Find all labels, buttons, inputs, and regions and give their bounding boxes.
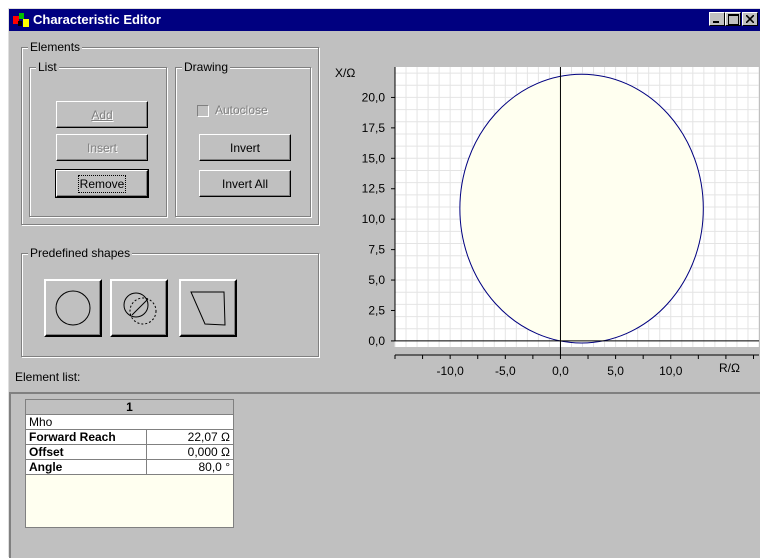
- window-title: Characteristic Editor: [33, 12, 161, 27]
- property-value[interactable]: 22,07 Ω: [146, 429, 234, 445]
- table-row[interactable]: Angle 80,0 °: [25, 459, 234, 475]
- property-unit: °: [225, 460, 230, 474]
- overlapping-circles-shape-button[interactable]: [110, 279, 168, 337]
- list-group-label: List: [36, 60, 59, 74]
- property-name: Angle: [25, 459, 147, 475]
- circle-shape-button[interactable]: [44, 279, 102, 337]
- property-unit: Ω: [221, 445, 230, 459]
- insert-button-label: Insert: [86, 140, 117, 155]
- y-axis-label: X/Ω: [335, 66, 355, 80]
- x-tick-label: 0,0: [552, 364, 569, 378]
- property-value-text: 0,000: [187, 445, 218, 459]
- element-list-label: Element list:: [15, 370, 81, 384]
- polygon-shape-button[interactable]: [179, 279, 237, 337]
- autoclose-checkbox[interactable]: [197, 105, 209, 117]
- predefined-shapes-label: Predefined shapes: [28, 246, 133, 260]
- invert-all-button[interactable]: Invert All: [199, 170, 291, 197]
- minimize-icon: [713, 21, 719, 23]
- circle-shape-icon: [55, 290, 91, 326]
- property-value[interactable]: 80,0 °: [146, 459, 234, 475]
- y-tick-label: 17,5: [362, 121, 386, 135]
- property-name: Offset: [25, 444, 147, 460]
- characteristic-editor-window: Characteristic Editor Elements List Add …: [8, 8, 760, 558]
- mho-characteristic-circle: [459, 73, 704, 344]
- title-bar[interactable]: Characteristic Editor: [9, 9, 760, 31]
- y-tick-label: 20,0: [362, 90, 386, 104]
- table-row[interactable]: Forward Reach 22,07 Ω: [25, 429, 234, 445]
- remove-button-label: Remove: [77, 174, 127, 193]
- characteristic-chart[interactable]: -10,0 -5,0 0,0 5,0 10,0 0,0 2,5 5,0 7,5 10,0 12,5 1…: [327, 47, 759, 382]
- autoclose-label: Autoclose: [215, 103, 268, 117]
- empty-cell: [25, 474, 234, 528]
- x-tick-label: -5,0: [495, 364, 516, 378]
- x-tick-label: -10,0: [436, 364, 464, 378]
- y-tick-label: 10,0: [362, 212, 386, 226]
- invert-all-button-label: Invert All: [221, 176, 269, 191]
- add-button[interactable]: Add: [56, 101, 148, 128]
- property-value[interactable]: 0,000 Ω: [146, 444, 234, 460]
- drawing-group-label: Drawing: [182, 60, 231, 74]
- x-tick-label: 5,0: [607, 364, 624, 378]
- invert-button[interactable]: Invert: [199, 134, 291, 161]
- insert-button[interactable]: Insert: [56, 134, 148, 161]
- element-type-cell[interactable]: Mho: [25, 414, 234, 430]
- elements-group-label: Elements: [28, 40, 83, 54]
- y-tick-label: 7,5: [368, 243, 385, 257]
- minimize-button[interactable]: [709, 12, 725, 26]
- y-tick-label: 12,5: [362, 182, 386, 196]
- x-tick-label: 10,0: [659, 364, 683, 378]
- overlapping-circles-shape-icon: [123, 292, 157, 325]
- remove-button[interactable]: Remove: [55, 169, 149, 198]
- y-tick-label: 0,0: [368, 334, 385, 348]
- y-tick-label: 5,0: [368, 273, 385, 287]
- add-button-label: Add: [91, 107, 113, 122]
- element-column-header[interactable]: 1: [25, 399, 234, 415]
- property-unit: Ω: [221, 430, 230, 444]
- table-row[interactable]: Offset 0,000 Ω: [25, 444, 234, 460]
- property-name: Forward Reach: [25, 429, 147, 445]
- maximize-button[interactable]: [725, 12, 741, 26]
- polygon-shape-icon: [190, 291, 226, 326]
- invert-button-label: Invert: [229, 140, 260, 155]
- x-axis-label: R/Ω: [719, 361, 740, 375]
- app-icon: [13, 13, 29, 27]
- y-tick-label: 2,5: [368, 303, 385, 317]
- property-value-text: 22,07: [187, 430, 218, 444]
- close-button[interactable]: [742, 12, 758, 26]
- property-value-text: 80,0: [198, 460, 222, 474]
- y-tick-label: 15,0: [362, 151, 386, 165]
- element-list-table[interactable]: 1 Mho Forward Reach 22,07 Ω Offset 0,000…: [25, 399, 234, 528]
- close-icon: [746, 15, 754, 23]
- maximize-icon: [728, 14, 739, 25]
